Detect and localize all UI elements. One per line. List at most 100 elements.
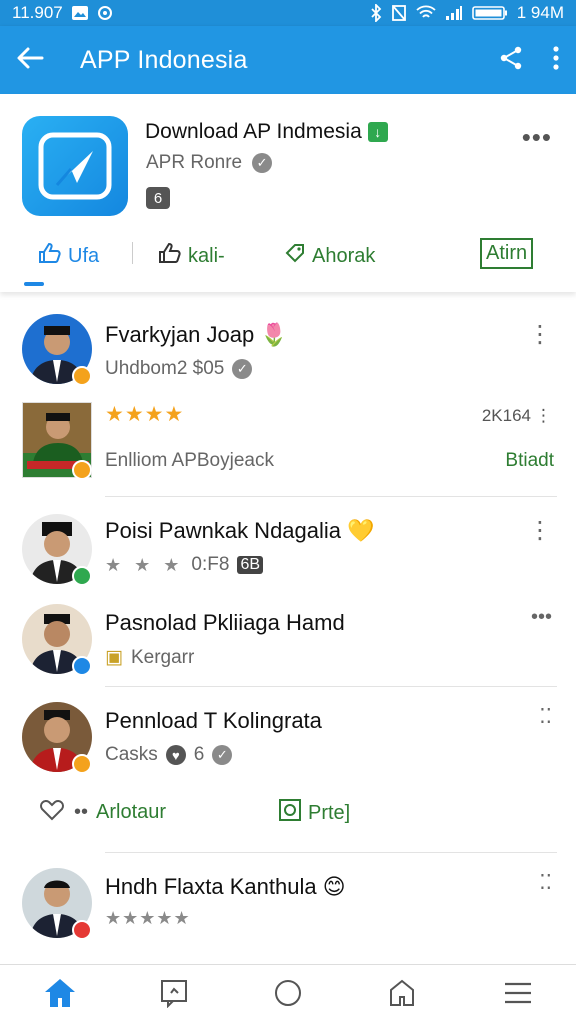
item-sub: Uhdbom2 $05 ✓	[105, 358, 253, 380]
action-kali-label: kali-	[188, 244, 225, 267]
action-atirn-button[interactable]: Atirn	[480, 238, 534, 269]
action-arlotaur[interactable]: Arlotaur	[96, 801, 166, 824]
developer-text: APR Ronre	[146, 152, 243, 173]
item-name: Pasnolad Pkliiaga Hamd	[105, 610, 345, 636]
nav-messages[interactable]	[154, 977, 194, 1013]
clock-icon	[278, 798, 302, 828]
verified-icon: ✓	[252, 153, 273, 173]
bottom-nav	[0, 964, 576, 1024]
item-count: 2K164 ⋮	[481, 406, 552, 425]
action-ahorak[interactable]: Ahorak	[284, 242, 375, 270]
hand-thumb-icon	[158, 242, 182, 270]
item-name-text: Pasnolad Pkliiaga Hamd	[105, 610, 345, 635]
rating-text: 0:F8	[191, 554, 230, 575]
stars-text: ★★★★	[105, 403, 185, 426]
divider	[105, 852, 557, 853]
status-badge	[72, 366, 92, 386]
nav-menu[interactable]	[498, 977, 538, 1013]
nav-house[interactable]	[382, 977, 422, 1013]
app-header-card: Download AP Indmesia ↓ APR Ronre ✓ 6 •••…	[0, 94, 576, 292]
item-name-text: Pennload T Kolingrata	[105, 708, 322, 733]
smile-emoji-icon: 😊	[322, 874, 346, 899]
action-prte-label: Prte]	[308, 801, 351, 824]
item-sub: Enlliom APBoyjeack	[105, 450, 274, 472]
message-icon	[159, 978, 189, 1013]
circle-icon	[273, 978, 303, 1013]
app-count-badge: 6	[146, 187, 170, 209]
list-item[interactable]: Pasnolad Pkliiaga Hamd ▣ Kergarr •••	[0, 604, 576, 684]
action-atirn-label: Atirn	[486, 242, 528, 264]
status-right-text: 1 94M	[516, 3, 564, 22]
status-badge	[72, 566, 92, 586]
back-arrow-icon[interactable]	[16, 46, 44, 75]
divider	[105, 686, 557, 687]
item-sub: ★ ★ ★ 0:F8 6B	[105, 554, 264, 576]
menu-icon	[503, 981, 533, 1010]
more-vert-icon[interactable]: ⋮	[528, 516, 552, 545]
tag-icon	[284, 242, 306, 270]
grey-stars-icon: ★ ★ ★	[105, 554, 184, 575]
item-name: Fvarkyjan Joap 🌷	[105, 322, 288, 348]
action-like[interactable]: Ufa	[38, 242, 99, 270]
list-item[interactable]: ★★★★ 2K164 ⋮ Enlliom APBoyjeack Btiadt	[0, 402, 576, 492]
count-text: 2K164	[481, 406, 531, 425]
item-action-label: Btiadt	[505, 450, 554, 471]
gift-icon: ▣	[105, 647, 123, 668]
rating-stars: ★★★★	[105, 402, 184, 427]
image-icon	[71, 5, 89, 21]
bluetooth-icon	[370, 4, 382, 22]
item-action-prte[interactable]: Prte]	[278, 798, 350, 828]
item-name-text: Poisi Pawnkak Ndagalia	[105, 518, 342, 543]
nav-home[interactable]	[40, 977, 80, 1013]
house-icon	[387, 978, 417, 1013]
more-vert-icon[interactable]: ⋮	[528, 320, 552, 349]
more-horiz-icon[interactable]: ⁚⁚	[539, 704, 552, 729]
thumbs-up-icon	[38, 242, 62, 270]
app-developer: APR Ronre ✓	[146, 152, 273, 174]
status-bar: 11.907 1 94M	[0, 0, 576, 26]
tab-indicator	[24, 282, 44, 286]
status-badge	[72, 920, 92, 940]
action-kali[interactable]: kali-	[158, 242, 225, 270]
nav-circle[interactable]	[268, 977, 308, 1013]
action-like-label: Ufa	[68, 244, 100, 267]
item-sub-text: Uhdbom2 $05	[105, 358, 225, 379]
likes-icon: ♥	[165, 745, 186, 765]
app-name-text: Download AP Indmesia	[145, 120, 362, 143]
item-sub-text: Kergarr	[130, 646, 195, 668]
list-item[interactable]: Poisi Pawnkak Ndagalia 💛 ★ ★ ★ 0:F8 6B ⋮	[0, 514, 576, 594]
list-item[interactable]: Fvarkyjan Joap 🌷 Uhdbom2 $05 ✓ ⋮	[0, 314, 576, 394]
verified-icon: ✓	[232, 359, 253, 379]
item-name-text: Hndh Flaxta Kanthula	[105, 874, 317, 899]
app-logo-icon[interactable]	[22, 116, 128, 216]
item-action-row: •• Arlotaur	[38, 798, 166, 827]
action-divider	[132, 242, 133, 264]
status-badge	[72, 656, 92, 676]
grey-stars-icon: ★★★★★	[105, 908, 191, 928]
more-horiz-icon[interactable]: •••	[531, 606, 552, 629]
share-icon[interactable]	[498, 45, 524, 76]
more-horiz-icon[interactable]: •••	[522, 122, 552, 153]
tag-text: 6B	[237, 556, 264, 574]
no-sim-icon	[391, 4, 407, 22]
wifi-icon	[416, 5, 436, 21]
app-name: Download AP Indmesia ↓	[145, 120, 388, 144]
more-horiz-icon[interactable]: ⁚⁚	[539, 870, 552, 895]
item-name: Pennload T Kolingrata	[105, 708, 322, 734]
count-text: 6	[193, 744, 205, 765]
more-vert-icon[interactable]	[552, 45, 560, 76]
item-sub: ▣ Kergarr	[105, 646, 194, 669]
list-item[interactable]: Hndh Flaxta Kanthula 😊 ★★★★★ ⁚⁚	[0, 868, 576, 948]
heart-icon[interactable]	[38, 798, 66, 827]
app-bar: APP Indonesia	[0, 26, 576, 94]
item-sub: ★★★★★	[105, 908, 191, 929]
item-sub: Casks ♥ 6 ✓	[105, 744, 233, 766]
action-ahorak-label: Ahorak	[312, 244, 376, 267]
item-action-button[interactable]: Btiadt	[505, 450, 554, 472]
item-sub-text: Casks	[105, 744, 158, 765]
signal-icon	[445, 5, 463, 21]
sync-icon	[97, 5, 113, 21]
home-icon	[43, 977, 77, 1014]
list-item[interactable]: Pennload T Kolingrata Casks ♥ 6 ✓ ⁚⁚ •• …	[0, 702, 576, 842]
flower-emoji-icon: 🌷	[260, 322, 288, 347]
